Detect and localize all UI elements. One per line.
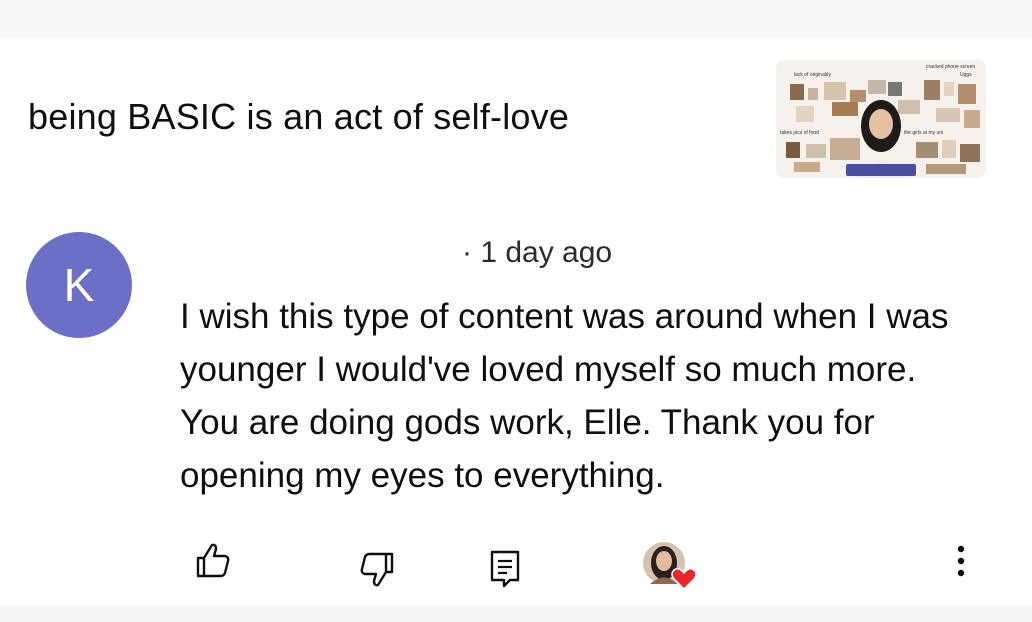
reply-button[interactable] <box>486 546 524 590</box>
dislike-button[interactable] <box>356 548 400 592</box>
thumb-caption-1: lack of originality <box>794 72 831 78</box>
comment-text: I wish this type of content was around w… <box>180 297 949 495</box>
thumb-caption-2: cracked phone screen <box>926 64 975 70</box>
avatar-initial: K <box>63 259 95 311</box>
thumbs-down-icon <box>360 552 394 587</box>
top-bar <box>0 0 1032 38</box>
thumbnail-collage: lack of originality cracked phone screen… <box>776 60 986 178</box>
thumb-caption-3: Uggs <box>960 72 972 78</box>
commenter-avatar[interactable]: K <box>26 232 132 338</box>
reply-icon <box>490 550 520 588</box>
video-title[interactable]: being BASIC is an act of self-love <box>28 96 569 138</box>
more-vertical-icon <box>957 545 965 577</box>
bottom-bar <box>0 606 1032 622</box>
creator-heart-icon <box>643 542 697 591</box>
video-thumbnail[interactable]: lack of originality cracked phone screen… <box>776 60 986 178</box>
creator-heart <box>642 541 698 593</box>
thumb-caption-4: takes pics of food <box>780 130 819 136</box>
thumb-caption-5: the girls at my uni <box>904 130 943 136</box>
comment-timestamp: · 1 day ago <box>462 236 613 269</box>
more-options-button[interactable] <box>944 538 978 584</box>
thumbs-up-icon <box>196 543 230 578</box>
like-button[interactable] <box>190 538 234 582</box>
